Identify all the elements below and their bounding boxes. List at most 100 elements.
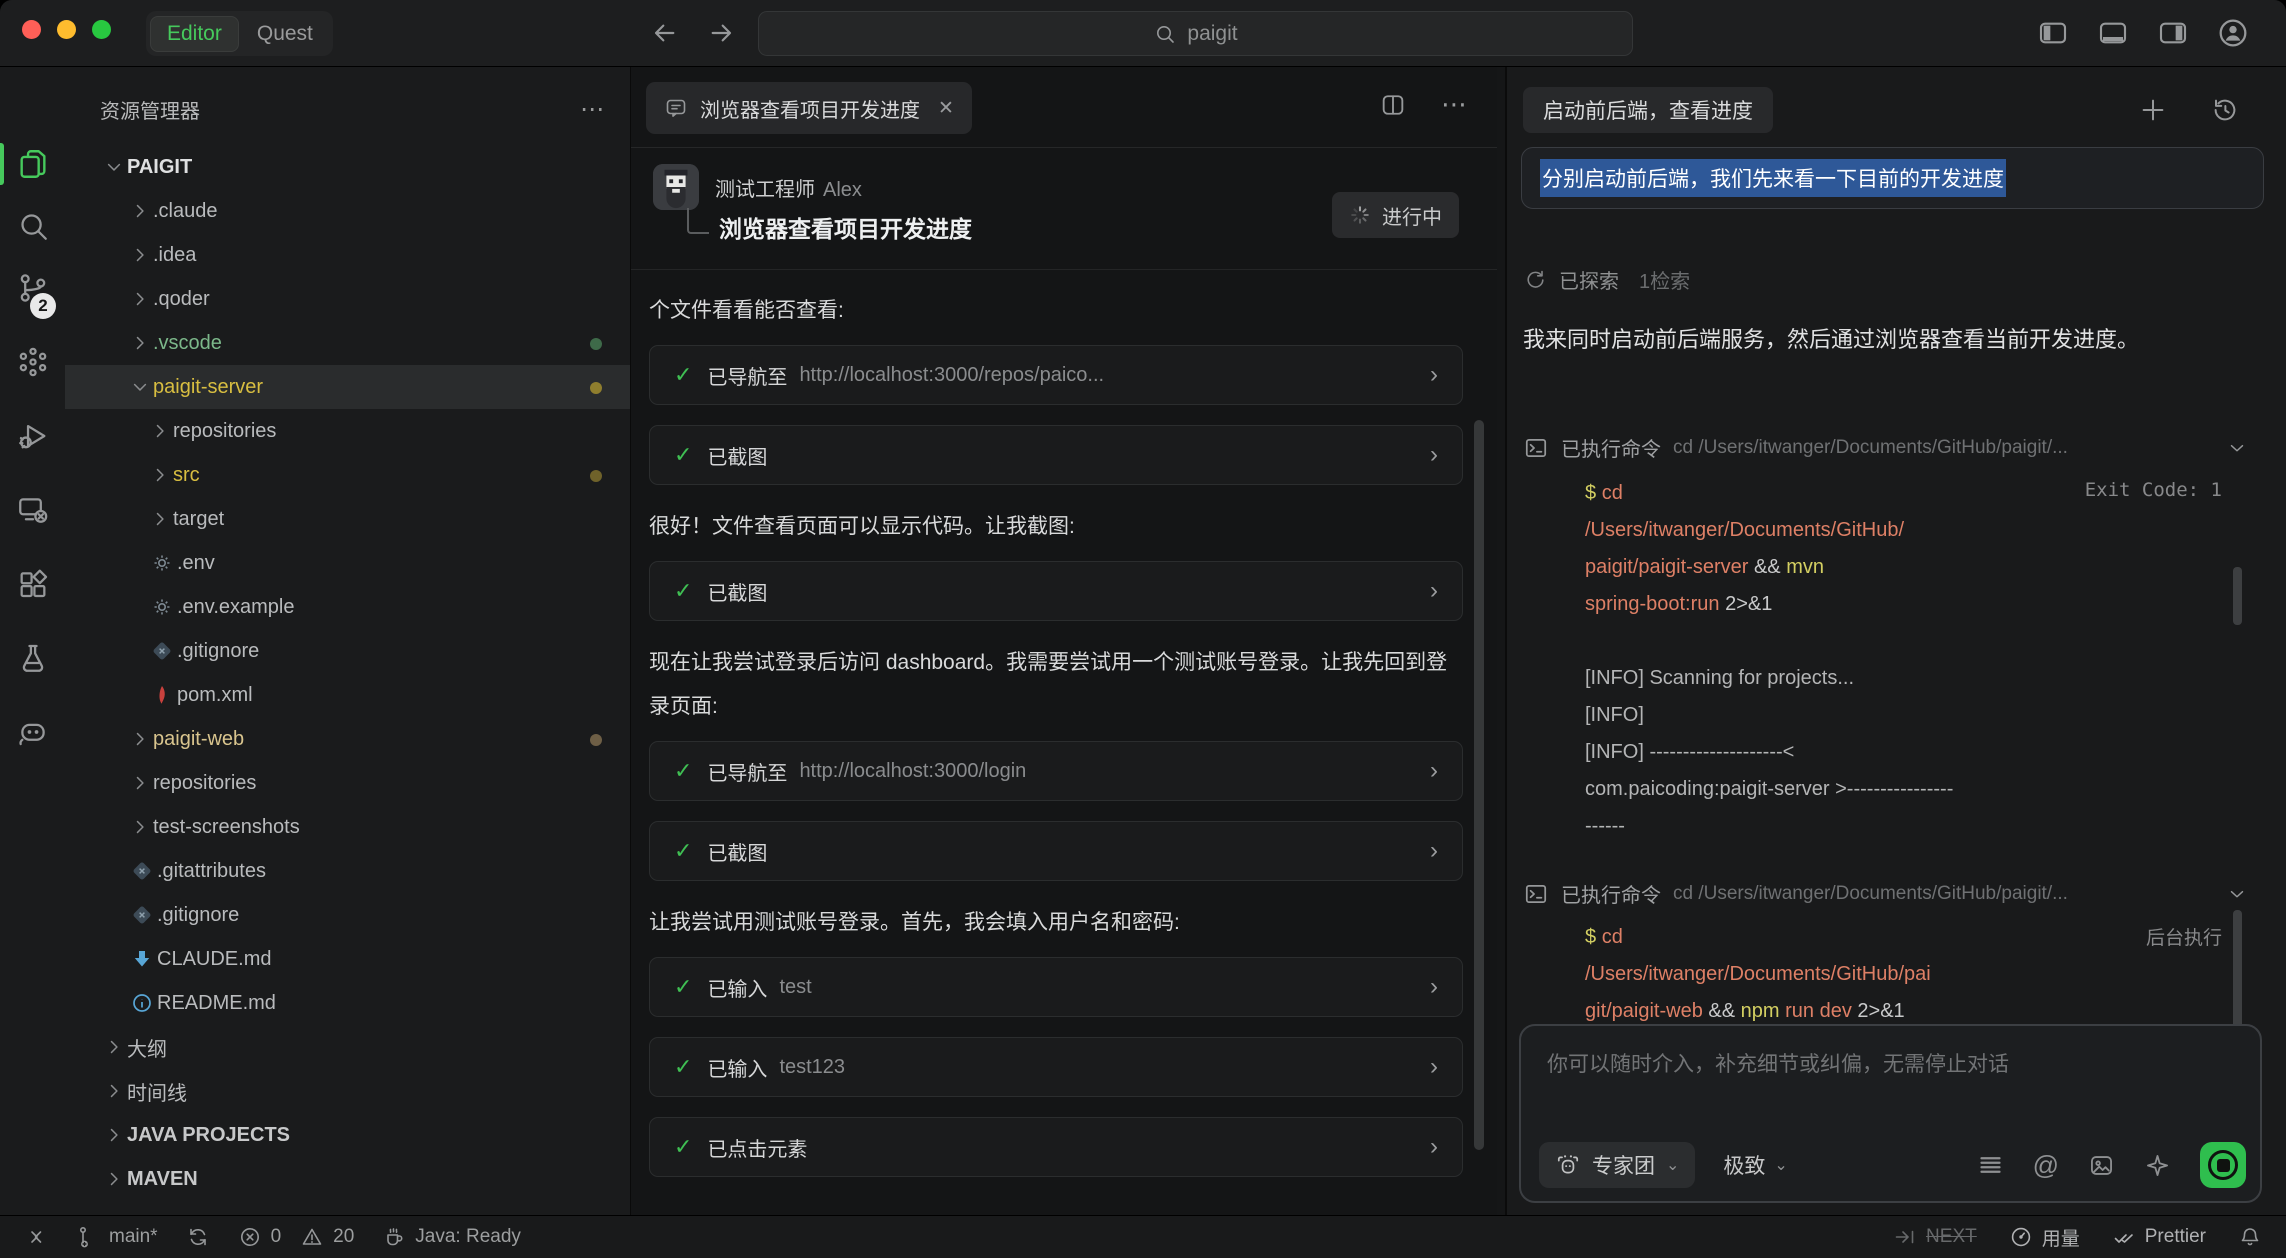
prettier-indicator[interactable]: Prettier	[2112, 1225, 2206, 1249]
terminal-output-2: $ cd/Users/itwanger/Documents/GitHub/pai…	[1585, 919, 2210, 1030]
command-row-2[interactable]: 已执行命令 cd /Users/itwanger/Documents/GitHu…	[1523, 879, 2248, 908]
account-avatar-icon[interactable]	[2216, 16, 2250, 50]
tree-item--idea[interactable]: .idea	[65, 233, 630, 277]
user-message[interactable]: 分别启动前后端，我们先来看一下目前的开发进度	[1521, 147, 2264, 209]
tree-item-大纲[interactable]: 大纲	[65, 1025, 630, 1069]
file-icon	[127, 859, 157, 883]
action-card[interactable]: ✓已截图›	[649, 425, 1463, 485]
toggle-right-panel-icon[interactable]	[2156, 17, 2190, 49]
tree-item-src[interactable]: src	[65, 453, 630, 497]
agent-team-dropdown[interactable]: 专家团 ⌄	[1539, 1142, 1695, 1188]
search-view-icon[interactable]	[16, 209, 50, 243]
run-debug-icon[interactable]	[16, 419, 50, 453]
check-icon: ✓	[674, 442, 692, 468]
toggle-bottom-panel-icon[interactable]	[2096, 17, 2130, 49]
command-row-1[interactable]: 已执行命令 cd /Users/itwanger/Documents/GitHu…	[1523, 433, 2248, 462]
toggle-left-panel-icon[interactable]	[2036, 17, 2070, 49]
action-card[interactable]: ✓已点击元素›	[649, 1117, 1463, 1177]
new-chat-icon[interactable]	[2138, 95, 2168, 125]
align-lines-icon[interactable]	[1977, 1152, 2004, 1179]
maximize-window-button[interactable]	[92, 20, 111, 39]
chat-session-title[interactable]: 启动前后端，查看进度	[1523, 87, 1773, 133]
git-branch-indicator[interactable]: main*	[76, 1225, 158, 1249]
quality-mode-dropdown[interactable]: 极致 ⌄	[1723, 1150, 1787, 1180]
action-card[interactable]: ✓已输入test›	[649, 957, 1463, 1017]
action-card[interactable]: ✓已导航至http://localhost:3000/repos/paico..…	[649, 345, 1463, 405]
tree-item--gitattributes[interactable]: .gitattributes	[65, 849, 630, 893]
search-input[interactable]: paigit	[758, 11, 1633, 56]
tree-item-paigit-server[interactable]: paigit-server	[65, 365, 630, 409]
chat-input[interactable]: 你可以随时介入，补充细节或纠偏，无需停止对话 专家团 ⌄ 极致 ⌄ @	[1519, 1024, 2262, 1203]
action-label: 已导航至	[707, 361, 787, 390]
tree-item-claude-md[interactable]: CLAUDE.md	[65, 937, 630, 981]
action-card[interactable]: ✓已截图›	[649, 821, 1463, 881]
task-panel-scrollbar[interactable]	[1474, 420, 1484, 1150]
explorer-icon[interactable]	[16, 147, 50, 181]
testing-flask-icon[interactable]	[16, 641, 50, 675]
tree-item--gitignore[interactable]: .gitignore	[65, 893, 630, 937]
tree-item--env-example[interactable]: .env.example	[65, 585, 630, 629]
forward-icon[interactable]	[706, 17, 738, 49]
tree-item-paigit[interactable]: PAIGIT	[65, 145, 630, 189]
tree-item-readme-md[interactable]: README.md	[65, 981, 630, 1025]
action-card[interactable]: ✓已截图›	[649, 561, 1463, 621]
tree-item--env[interactable]: .env	[65, 541, 630, 585]
terminal-scrollbar-1[interactable]	[2233, 567, 2242, 625]
history-icon[interactable]	[2210, 95, 2240, 125]
action-card[interactable]: ✓已输入test123›	[649, 1037, 1463, 1097]
explored-label[interactable]: 已探索	[1559, 265, 1619, 294]
close-tab-icon[interactable]: ✕	[938, 97, 954, 120]
explorer-more-icon[interactable]: ⋯	[580, 95, 606, 124]
copilot-icon[interactable]	[16, 715, 50, 749]
back-icon[interactable]	[648, 17, 680, 49]
tree-item-target[interactable]: target	[65, 497, 630, 541]
explorer-title: 资源管理器	[100, 95, 200, 124]
sparkle-icon[interactable]	[2144, 1152, 2171, 1179]
tab-editor[interactable]: Editor	[150, 16, 239, 52]
next-indicator[interactable]: NEXT	[1893, 1225, 1977, 1249]
tree-item-repositories[interactable]: repositories	[65, 409, 630, 453]
image-attach-icon[interactable]	[2088, 1152, 2115, 1179]
tree-item--vscode[interactable]: .vscode	[65, 321, 630, 365]
app-window: Editor Quest paigit 2	[0, 0, 2286, 1258]
tree-item-时间线[interactable]: 时间线	[65, 1069, 630, 1113]
chevron-down-icon	[101, 157, 127, 177]
tree-item-repositories[interactable]: repositories	[65, 761, 630, 805]
more-actions-icon[interactable]: ⋯	[1441, 89, 1469, 120]
extensions-icon[interactable]	[16, 567, 50, 601]
action-card[interactable]: ✓已导航至http://localhost:3000/login›	[649, 741, 1463, 801]
remote-indicator[interactable]	[24, 1225, 48, 1249]
tree-item--qoder[interactable]: .qoder	[65, 277, 630, 321]
remote-explorer-icon[interactable]	[16, 493, 50, 527]
task-tab[interactable]: 浏览器查看项目开发进度 ✕	[646, 82, 972, 134]
user-message-text: 分别启动前后端，我们先来看一下目前的开发进度	[1540, 159, 2006, 197]
mention-icon[interactable]: @	[2033, 1152, 2059, 1178]
tree-item--claude[interactable]: .claude	[65, 189, 630, 233]
file-icon	[147, 551, 177, 575]
tree-item-pom-xml[interactable]: pom.xml	[65, 673, 630, 717]
notifications-bell-icon[interactable]	[2238, 1225, 2262, 1249]
chevron-down-icon[interactable]	[2226, 437, 2248, 459]
stop-button[interactable]	[2200, 1142, 2246, 1188]
java-status[interactable]: Java: Ready	[382, 1225, 521, 1249]
tree-item-test-screenshots[interactable]: test-screenshots	[65, 805, 630, 849]
split-editor-icon[interactable]	[1379, 91, 1407, 119]
check-icon: ✓	[674, 758, 692, 784]
problems-indicator[interactable]: 0 20	[238, 1225, 355, 1249]
chevron-down-icon[interactable]	[2226, 883, 2248, 905]
tree-item-maven[interactable]: MAVEN	[65, 1157, 630, 1201]
close-window-button[interactable]	[22, 20, 41, 39]
chevron-down-icon: ⌄	[1666, 1155, 1679, 1175]
minimize-window-button[interactable]	[57, 20, 76, 39]
check-icon: ✓	[674, 838, 692, 864]
chevron-right-icon: ›	[1430, 837, 1438, 865]
hub-view-icon[interactable]	[16, 345, 50, 379]
tree-item-java-projects[interactable]: JAVA PROJECTS	[65, 1113, 630, 1157]
quality-mode-label: 极致	[1723, 1150, 1765, 1180]
tab-quest[interactable]: Quest	[241, 17, 329, 51]
usage-indicator[interactable]: 用量	[2009, 1224, 2080, 1251]
tree-item-paigit-web[interactable]: paigit-web	[65, 717, 630, 761]
sync-icon[interactable]	[186, 1225, 210, 1249]
check-icon: ✓	[674, 578, 692, 604]
tree-item--gitignore[interactable]: .gitignore	[65, 629, 630, 673]
